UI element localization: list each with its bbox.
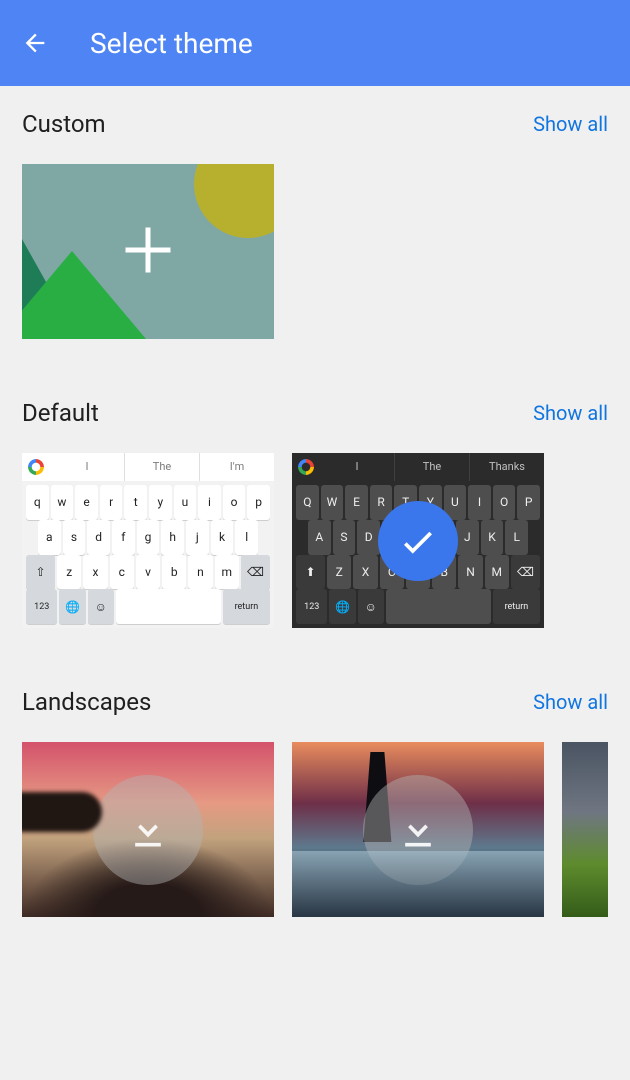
section-header-custom: Custom Show all (22, 110, 608, 138)
return-key: return (493, 589, 540, 624)
show-all-default[interactable]: Show all (533, 401, 608, 425)
key: P (517, 485, 540, 520)
key: M (485, 555, 509, 590)
plus-icon (118, 220, 178, 284)
key: Q (296, 485, 319, 520)
google-logo-icon (298, 459, 314, 475)
section-default: Default Show all I The I'm q w e r t (0, 339, 630, 628)
page-title: Select theme (90, 27, 253, 60)
key: i (198, 485, 221, 520)
numbers-key: 123 (296, 589, 327, 624)
download-icon (363, 775, 473, 885)
section-title-default: Default (22, 399, 99, 427)
section-title-landscapes: Landscapes (22, 688, 151, 716)
section-header-landscapes: Landscapes Show all (22, 688, 608, 716)
key: n (188, 555, 212, 590)
suggestion-bar: I The Thanks (292, 453, 544, 481)
key: O (493, 485, 516, 520)
suggestion: I (50, 453, 124, 481)
key: S (333, 520, 356, 555)
key: I (468, 485, 491, 520)
emoji-key-icon: ☺ (88, 589, 114, 624)
suggestion: The (394, 453, 469, 481)
landscape-theme-2[interactable] (292, 742, 544, 917)
key: r (100, 485, 123, 520)
key: N (458, 555, 482, 590)
key: c (110, 555, 134, 590)
shift-key-icon: ⇧ (26, 555, 55, 590)
return-key: return (223, 589, 270, 624)
numbers-key: 123 (26, 589, 57, 624)
selected-check-icon (378, 501, 458, 581)
key: s (63, 520, 86, 555)
key: k (211, 520, 234, 555)
key: K (481, 520, 504, 555)
landscape-theme-1[interactable] (22, 742, 274, 917)
key: e (75, 485, 98, 520)
add-custom-theme-button[interactable] (22, 164, 274, 339)
show-all-custom[interactable]: Show all (533, 112, 608, 136)
key: A (308, 520, 331, 555)
default-thumb-row: I The I'm q w e r t y u i o p (22, 453, 608, 628)
suggestion: Thanks (469, 453, 544, 481)
landscapes-thumb-row (22, 742, 608, 917)
suggestion: I'm (199, 453, 274, 481)
back-icon[interactable] (20, 28, 50, 58)
section-custom: Custom Show all (0, 86, 630, 339)
globe-key-icon: 🌐 (59, 589, 85, 624)
key: W (321, 485, 344, 520)
key: y (149, 485, 172, 520)
space-key (386, 589, 491, 624)
key: Z (327, 555, 351, 590)
key: p (247, 485, 270, 520)
key: J (456, 520, 479, 555)
key: a (38, 520, 61, 555)
show-all-landscapes[interactable]: Show all (533, 690, 608, 714)
key: X (353, 555, 377, 590)
google-logo-icon (28, 459, 44, 475)
backspace-key-icon: ⌫ (511, 555, 540, 590)
shift-key-icon: ⬆ (296, 555, 325, 590)
suggestion: The (124, 453, 199, 481)
key: L (505, 520, 528, 555)
key: o (223, 485, 246, 520)
key: m (215, 555, 239, 590)
theme-dark-keyboard[interactable]: I The Thanks Q W E R T Y U I O P (292, 453, 544, 628)
key: q (26, 485, 49, 520)
theme-light-keyboard[interactable]: I The I'm q w e r t y u i o p (22, 453, 274, 628)
key: z (57, 555, 81, 590)
globe-key-icon: 🌐 (329, 589, 355, 624)
keyboard-rows: q w e r t y u i o p a s d f g h (22, 481, 274, 628)
key: j (186, 520, 209, 555)
section-title-custom: Custom (22, 110, 106, 138)
key: u (174, 485, 197, 520)
key: v (136, 555, 160, 590)
key: x (83, 555, 107, 590)
key: w (51, 485, 74, 520)
key: E (345, 485, 368, 520)
custom-thumb-row (22, 164, 608, 339)
download-icon (93, 775, 203, 885)
key: f (112, 520, 135, 555)
key: D (357, 520, 380, 555)
emoji-key-icon: ☺ (358, 589, 384, 624)
landscape-theme-3[interactable] (562, 742, 608, 917)
key: g (137, 520, 160, 555)
app-header: Select theme (0, 0, 630, 86)
key: l (235, 520, 258, 555)
key: d (87, 520, 110, 555)
backspace-key-icon: ⌫ (241, 555, 270, 590)
key: h (161, 520, 184, 555)
key: b (162, 555, 186, 590)
section-landscapes: Landscapes Show all (0, 628, 630, 917)
section-header-default: Default Show all (22, 399, 608, 427)
suggestion-bar: I The I'm (22, 453, 274, 481)
space-key (116, 589, 221, 624)
suggestion: I (320, 453, 394, 481)
key: t (124, 485, 147, 520)
sun-shape (194, 164, 274, 238)
